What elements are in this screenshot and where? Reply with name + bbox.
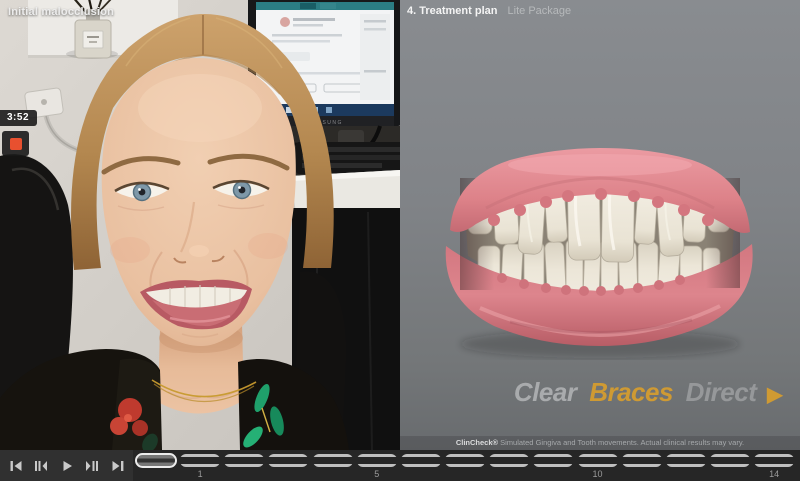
step-forward-icon	[85, 459, 99, 473]
timeline-stage-12[interactable]	[666, 454, 706, 467]
recording-timer: 3:52	[0, 110, 37, 126]
timeline-stage-4[interactable]	[313, 454, 353, 467]
timeline-stage-6[interactable]	[401, 454, 441, 467]
timeline-stage-11[interactable]	[622, 454, 662, 467]
clincheck-consult-window: SAMSUNG	[0, 0, 800, 481]
go-to-last-stage-button[interactable]	[108, 457, 128, 475]
timeline-stage-3[interactable]	[268, 454, 308, 467]
player-buttons	[0, 450, 133, 481]
step-back-button[interactable]	[31, 457, 51, 475]
treatment-viewer-panel: 4. Treatment plan Lite Package	[400, 0, 800, 450]
teeth-3d-model[interactable]	[440, 138, 760, 360]
brand-watermark: Clear Braces Direct ▶	[514, 377, 782, 408]
disclaimer-brand: ClinCheck®	[456, 438, 498, 447]
go-to-first-stage-button[interactable]	[6, 457, 26, 475]
stage-label: Initial malocclusion	[8, 6, 114, 18]
timeline-stage-13[interactable]	[710, 454, 750, 467]
watermark-word-clear: Clear	[514, 377, 577, 407]
webcam-scene: SAMSUNG	[0, 0, 400, 450]
watermark-word-braces: Braces	[589, 377, 673, 407]
timeline-stage-1[interactable]	[180, 454, 220, 467]
timeline-stage-10[interactable]	[578, 454, 618, 467]
watermark-word-direct: Direct	[686, 377, 757, 407]
stage-timeline: 1 5 10 14	[133, 450, 800, 481]
play-button[interactable]	[57, 457, 77, 475]
step-forward-button[interactable]	[82, 457, 102, 475]
panel-header: 4. Treatment plan Lite Package	[407, 5, 571, 17]
timeline-stage-14[interactable]	[754, 454, 794, 467]
timeline-stage-9[interactable]	[533, 454, 573, 467]
timeline-stage-8[interactable]	[489, 454, 529, 467]
video-call-panel: SAMSUNG	[0, 0, 400, 450]
timeline-stage-7[interactable]	[445, 454, 485, 467]
timeline-stage-5[interactable]	[357, 454, 397, 467]
timeline-stage-2[interactable]	[224, 454, 264, 467]
playback-control-bar: 1 5 10 14	[0, 450, 800, 481]
timeline-stage-0-current[interactable]	[135, 453, 177, 468]
package-label: Lite Package	[508, 5, 572, 17]
play-icon	[60, 459, 74, 473]
timeline-tick-5: 5	[374, 469, 379, 479]
step-back-icon	[34, 459, 48, 473]
panel-title: 4. Treatment plan	[407, 5, 497, 17]
skip-to-start-icon	[9, 459, 23, 473]
watermark-arrow-icon: ▶	[767, 384, 782, 406]
skip-to-end-icon	[111, 459, 125, 473]
disclaimer-text: Simulated Gingiva and Tooth movements. A…	[498, 438, 744, 447]
record-stop-icon	[10, 138, 22, 150]
stop-recording-button[interactable]	[2, 131, 29, 156]
timeline-tick-1: 1	[198, 469, 203, 479]
timeline-tick-14: 14	[769, 469, 779, 479]
teeth-model-render	[440, 138, 760, 360]
clincheck-disclaimer: ClinCheck® Simulated Gingiva and Tooth m…	[400, 436, 800, 450]
timeline-tick-10: 10	[592, 469, 602, 479]
